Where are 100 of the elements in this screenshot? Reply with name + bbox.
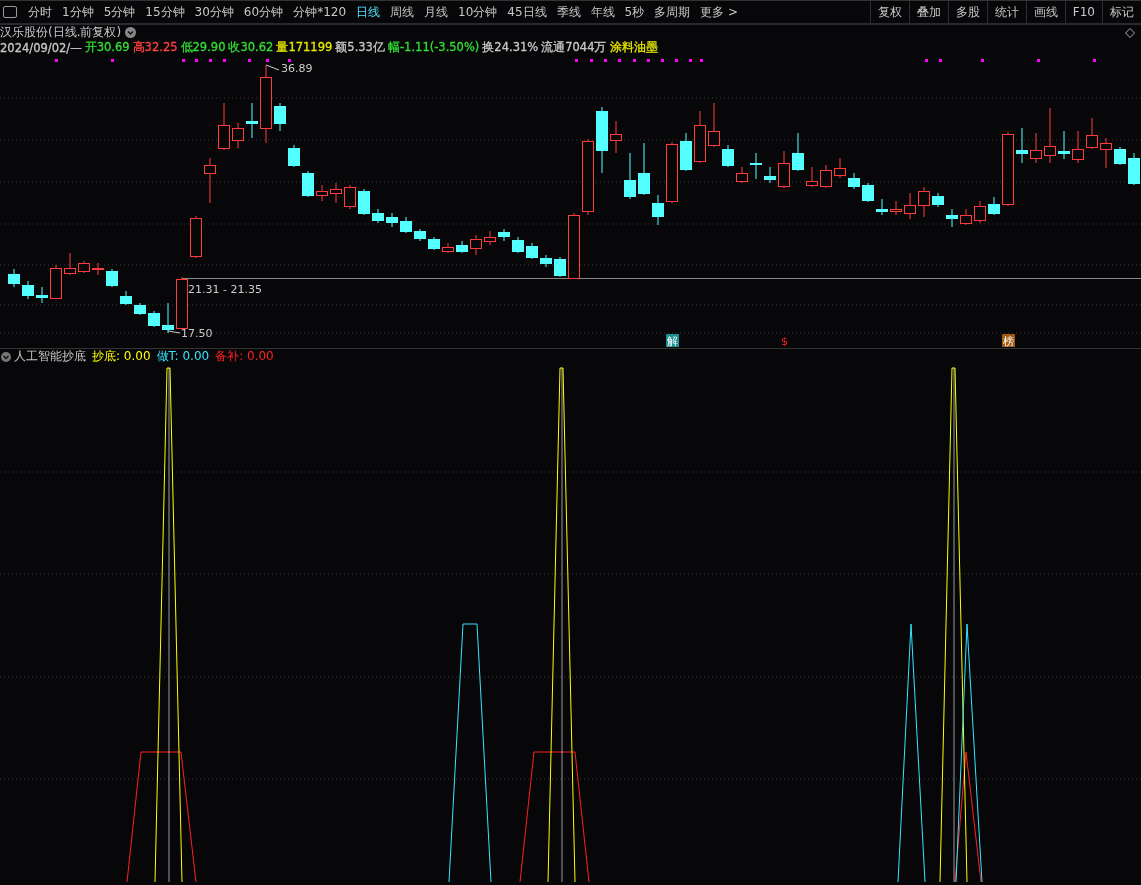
candlestick xyxy=(680,132,692,172)
candlestick xyxy=(1030,132,1042,164)
period-tab[interactable]: 1分钟 xyxy=(57,3,99,21)
candlestick xyxy=(106,268,118,288)
candlestick xyxy=(1016,127,1028,164)
tool-button[interactable]: 多股 xyxy=(947,1,987,23)
candlestick xyxy=(974,200,986,224)
candlestick xyxy=(232,122,244,149)
period-tab[interactable]: 季线 xyxy=(551,3,586,21)
candlestick xyxy=(330,182,342,204)
candlestick xyxy=(386,212,398,228)
candlestick xyxy=(344,184,356,210)
tool-button[interactable]: 标记 xyxy=(1102,1,1141,23)
candlestick xyxy=(64,252,76,276)
quote-text: 幅-1.11(-3.50%) xyxy=(387,40,480,55)
candlestick xyxy=(736,166,748,184)
period-tab[interactable]: 多周期 xyxy=(649,3,696,21)
candlestick xyxy=(526,242,538,260)
candlestick xyxy=(1072,130,1084,164)
candlestick xyxy=(372,208,384,224)
indicator-value: 做T: 0.00 xyxy=(156,348,210,365)
candlestick xyxy=(918,186,930,218)
quote-text: 开30.69 xyxy=(84,40,130,55)
candlestick xyxy=(1114,146,1126,166)
candlestick xyxy=(442,242,454,254)
candlestick xyxy=(414,228,426,242)
high-price-label: 36.89 xyxy=(281,62,313,75)
event-marker[interactable]: 榜 xyxy=(1002,334,1015,348)
candlestick xyxy=(498,228,510,242)
period-tab[interactable]: 分钟*120 xyxy=(288,3,352,21)
candlestick xyxy=(540,254,552,268)
tool-button[interactable]: F10 xyxy=(1064,1,1102,23)
candlestick xyxy=(316,184,328,202)
candlestick xyxy=(988,196,1000,216)
more-button[interactable]: 更多 > xyxy=(695,3,744,21)
period-tab[interactable]: 5分钟 xyxy=(98,3,141,21)
candlestick xyxy=(512,236,524,254)
indicator-value: 抄底: 0.00 xyxy=(92,348,151,365)
candlestick xyxy=(554,256,566,278)
period-tab[interactable]: 年线 xyxy=(585,3,620,21)
dropdown-icon[interactable] xyxy=(125,27,137,38)
quote-text: 换24.31% xyxy=(482,40,539,55)
candlestick xyxy=(218,102,230,151)
period-tab[interactable]: 日线 xyxy=(351,3,386,21)
candlestick xyxy=(400,216,412,234)
quote-text: 2024/09/02/— xyxy=(0,40,82,55)
candlestick xyxy=(50,264,62,300)
period-tab[interactable]: 30分钟 xyxy=(189,3,239,21)
period-tab[interactable]: 10分钟 xyxy=(453,3,503,21)
quote-text: 低29.90 xyxy=(180,40,226,55)
period-tab[interactable]: 月线 xyxy=(419,3,454,21)
candlestick xyxy=(960,208,972,226)
candlestick xyxy=(792,132,804,172)
candlestick xyxy=(1058,130,1070,160)
candlestick xyxy=(694,110,706,164)
event-marker[interactable]: $ xyxy=(781,335,788,348)
candlestick xyxy=(806,166,818,188)
candlestick xyxy=(596,106,608,174)
candlestick xyxy=(624,152,636,200)
candlestick xyxy=(932,192,944,208)
candlestick xyxy=(134,302,146,316)
candlestick xyxy=(834,157,846,179)
candlestick xyxy=(862,182,874,203)
leader-line xyxy=(167,330,181,334)
candlestick xyxy=(1100,137,1112,169)
candlestick xyxy=(778,150,790,189)
indicator-value: 备补: 0.00 xyxy=(215,348,274,365)
candlestick xyxy=(36,286,48,304)
period-tab[interactable]: 5秒 xyxy=(619,3,650,21)
candlestick xyxy=(148,310,160,328)
event-marker[interactable]: 解 xyxy=(666,334,679,348)
candlestick xyxy=(764,166,776,184)
candlestick xyxy=(638,142,650,196)
quote-text: 收30.62 xyxy=(228,40,274,55)
period-tab[interactable]: 45日线 xyxy=(502,3,552,21)
candlestick xyxy=(1086,117,1098,150)
quote-text: 高32.25 xyxy=(132,40,178,55)
candlestick xyxy=(78,260,90,274)
period-tab[interactable]: 周线 xyxy=(385,3,420,21)
collapse-icon[interactable] xyxy=(1,351,11,362)
candlestick xyxy=(848,172,860,190)
candlestick xyxy=(456,240,468,254)
candlestick xyxy=(666,141,678,204)
candlestick xyxy=(876,198,888,216)
tool-button[interactable]: 统计 xyxy=(986,1,1026,23)
diamond-icon[interactable] xyxy=(1125,27,1135,38)
low-price-label: 17.50 xyxy=(181,327,213,340)
period-tab[interactable]: 60分钟 xyxy=(238,3,289,21)
candlestick xyxy=(484,230,496,246)
quote-text: 量171199 xyxy=(276,40,333,55)
tool-button[interactable]: 画线 xyxy=(1025,1,1065,23)
panel-toggle-icon[interactable] xyxy=(3,6,17,18)
candlestick xyxy=(302,170,314,198)
period-tab[interactable]: 分时 xyxy=(23,3,57,21)
indicator-name: 人工智能抄底 xyxy=(14,348,86,365)
period-tab[interactable]: 15分钟 xyxy=(140,3,190,21)
tool-button[interactable]: 复权 xyxy=(869,1,909,23)
candlestick xyxy=(162,302,174,334)
tool-button[interactable]: 叠加 xyxy=(908,1,948,23)
candlestick xyxy=(246,102,258,139)
